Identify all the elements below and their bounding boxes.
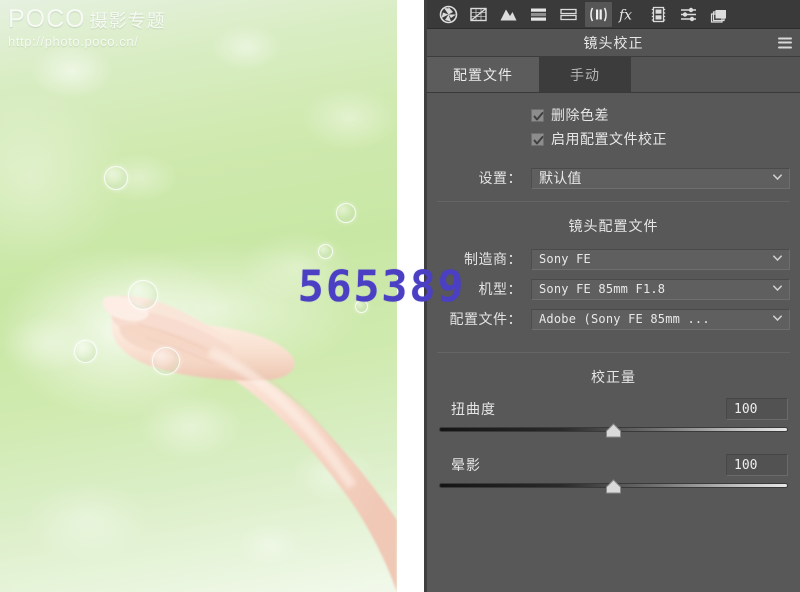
tab-manual[interactable]: 手动	[539, 57, 631, 92]
section-divider-1	[437, 201, 790, 202]
make-row: 制造商： Sony FE	[427, 244, 800, 274]
checkbox-row-remove-chromatic-aberration[interactable]: 删除色差	[531, 103, 800, 127]
vignetting-slider[interactable]	[439, 479, 788, 497]
setup-select-value: 默认值	[539, 170, 582, 186]
detail-icon[interactable]	[495, 2, 522, 27]
page-title: 镜头校正	[583, 34, 644, 51]
vignetting-label: 晕影	[451, 457, 481, 473]
basic-adjustments-icon[interactable]	[435, 2, 462, 27]
split-toning-icon[interactable]	[555, 2, 582, 27]
panel-body: 删除色差 启用配置文件校正 设置： 默认值 镜头配置文件 制造商： Sony F…	[427, 93, 800, 497]
presets-icon[interactable]	[675, 2, 702, 27]
enable-profile-corrections-label: 启用配置文件校正	[551, 131, 667, 147]
camera-calibration-icon[interactable]	[645, 2, 672, 27]
chevron-down-icon	[773, 255, 782, 262]
lens-corrections-icon[interactable]	[585, 1, 612, 27]
profile-select-value: Adobe (Sony FE 85mm ...	[539, 312, 710, 326]
effects-fx-icon[interactable]: fx	[615, 2, 642, 27]
panel-toolbar: fx	[427, 0, 800, 29]
chevron-down-icon	[773, 285, 782, 292]
vignetting-value-field[interactable]: 100	[726, 454, 788, 476]
correction-amount-title: 校正量	[591, 369, 636, 385]
vignetting-slider-handle[interactable]	[605, 479, 622, 494]
setup-row: 设置： 默认值	[427, 163, 800, 193]
hamburger-icon[interactable]	[778, 37, 792, 48]
panel-title-bar: 镜头校正	[427, 29, 800, 57]
remove-chromatic-aberration-label: 删除色差	[551, 107, 609, 123]
tab-filler	[631, 57, 800, 92]
distortion-slider[interactable]	[439, 423, 788, 441]
distortion-value-field[interactable]: 100	[726, 398, 788, 420]
tab-profile[interactable]: 配置文件	[427, 57, 539, 92]
model-select[interactable]: Sony FE 85mm F1.8	[531, 278, 790, 300]
panel-tabs: 配置文件 手动	[427, 57, 800, 93]
chevron-down-icon	[773, 315, 782, 322]
vignetting-slider-block: 晕影 100	[427, 447, 800, 497]
distortion-slider-block: 扭曲度 100	[427, 395, 800, 441]
remove-chromatic-aberration-checkbox[interactable]	[531, 108, 544, 122]
setup-select[interactable]: 默认值	[531, 167, 790, 189]
make-select[interactable]: Sony FE	[531, 248, 790, 270]
lens-profile-title: 镜头配置文件	[568, 218, 659, 234]
setup-label: 设置：	[478, 170, 522, 186]
profile-row: 配置文件： Adobe (Sony FE 85mm ...	[427, 304, 800, 334]
chevron-down-icon	[773, 174, 782, 181]
camera-raw-right-panel: fx 镜头校正 配置文件 手动 删除色差 启用配置文件校正 设置： 默认值 镜头…	[427, 0, 800, 592]
enable-profile-corrections-checkbox[interactable]	[531, 132, 544, 146]
snapshots-icon[interactable]	[705, 2, 732, 27]
photoshop-camera-raw-window: POCO 摄影专题 http://photo.poco.cn/ 565389 f…	[0, 0, 800, 592]
make-select-value: Sony FE	[539, 252, 591, 266]
svg-text:fx: fx	[618, 7, 632, 23]
section-divider-2	[437, 352, 790, 353]
overlay-number: 565389	[297, 262, 467, 312]
checkbox-row-enable-profile-corrections[interactable]: 启用配置文件校正	[531, 127, 800, 151]
profile-label: 配置文件：	[449, 311, 522, 327]
distortion-slider-handle[interactable]	[605, 423, 622, 438]
profile-select[interactable]: Adobe (Sony FE 85mm ...	[531, 308, 790, 330]
distortion-label: 扭曲度	[451, 401, 496, 417]
tone-curve-icon[interactable]	[465, 2, 492, 27]
hsl-grayscale-icon[interactable]	[525, 2, 552, 27]
model-row: 机型： Sony FE 85mm F1.8	[427, 274, 800, 304]
model-select-value: Sony FE 85mm F1.8	[539, 282, 666, 296]
